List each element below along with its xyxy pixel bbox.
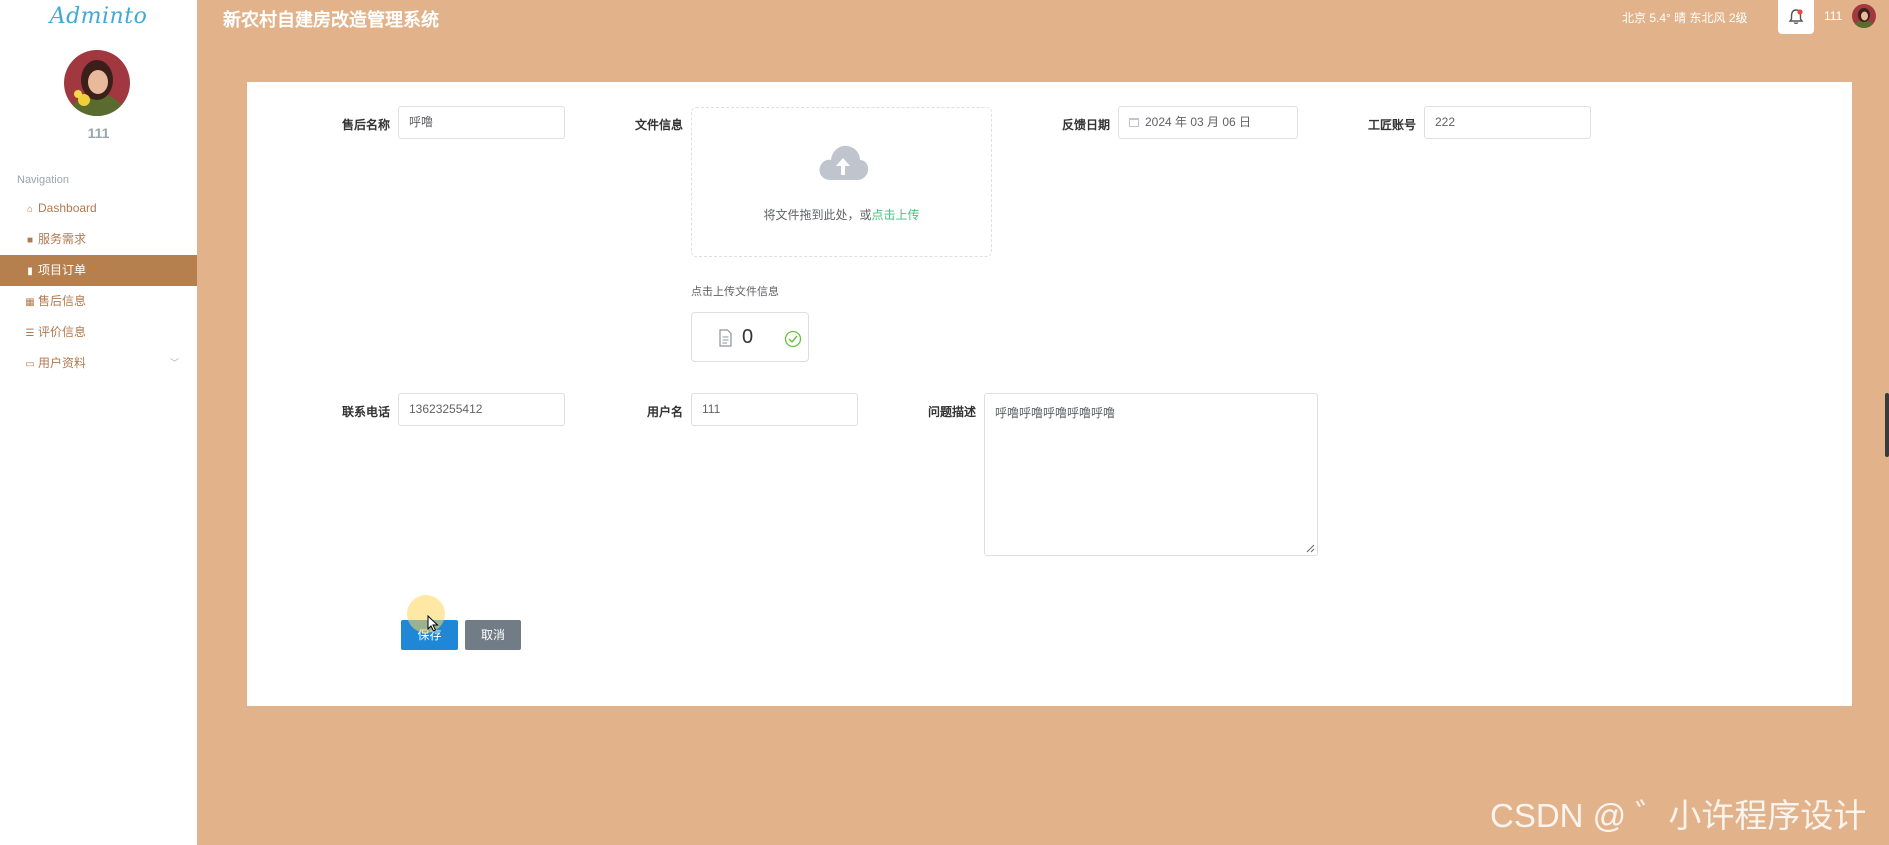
sidebar-item-user-profile[interactable]: ▭ 用户资料 ﹀ <box>0 348 197 379</box>
sidebar-item-dashboard[interactable]: ⌂ Dashboard <box>0 193 197 224</box>
bell-icon <box>1788 9 1804 25</box>
worker-input[interactable]: 222 <box>1424 106 1591 139</box>
date-input[interactable]: 2024 年 03 月 06 日 <box>1118 106 1298 139</box>
upload-tip: 点击上传文件信息 <box>691 286 779 298</box>
cancel-button[interactable]: 取消 <box>465 620 521 650</box>
sidebar: Adminto 111 Navigation ⌂ Dashboard ■ 服务需求 … <box>0 0 197 845</box>
weather-info: 北京 5.4° 晴 东北风 2级 <box>1622 11 1748 25</box>
date-label: 反馈日期 <box>1061 118 1110 132</box>
app-title: 新农村自建房改造管理系统 <box>223 10 439 30</box>
header-avatar[interactable] <box>1852 4 1876 28</box>
check-circle-icon <box>784 330 802 348</box>
desc-textarea[interactable]: 呼噜呼噜呼噜呼噜呼噜 <box>984 393 1318 556</box>
worker-label: 工匠账号 <box>1367 118 1416 132</box>
sidebar-item-service-request[interactable]: ■ 服务需求 <box>0 224 197 255</box>
user-input[interactable]: 111 <box>691 393 858 426</box>
grid-icon: ▦ <box>25 297 35 308</box>
logo-text: Adminto <box>49 4 148 29</box>
name-label: 售后名称 <box>341 118 390 132</box>
sliders-icon: ☰ <box>25 328 35 339</box>
upload-hint: 将文件拖到此处，或 <box>763 208 872 222</box>
clipboard-icon: ▮ <box>27 266 33 277</box>
resize-handle-icon[interactable] <box>1305 543 1315 553</box>
date-value: 2024 年 03 月 06 日 <box>1145 115 1252 129</box>
nav-title: Navigation <box>17 174 69 186</box>
phone-label: 联系电话 <box>341 405 390 419</box>
calendar-icon <box>1129 118 1139 127</box>
desc-label: 问题描述 <box>927 405 976 419</box>
briefcase-icon: ■ <box>26 235 34 246</box>
desc-value: 呼噜呼噜呼噜呼噜呼噜 <box>995 406 1116 420</box>
sidebar-item-label: 服务需求 <box>38 232 87 246</box>
file-label: 文件信息 <box>634 118 683 132</box>
calendar-icon: ▭ <box>25 359 35 370</box>
sidebar-item-project-orders[interactable]: ▮ 项目订单 <box>0 255 197 286</box>
phone-input[interactable]: 13623255412 <box>398 393 565 426</box>
document-icon <box>719 329 732 347</box>
sidebar-nav: ⌂ Dashboard ■ 服务需求 ▮ 项目订单 ▦ 售后信息 ☰ 评价信息 ▭ 用户资料… <box>0 193 197 379</box>
sidebar-item-label: 项目订单 <box>38 263 87 277</box>
sidebar-item-reviews[interactable]: ☰ 评价信息 <box>0 317 197 348</box>
sidebar-item-label: Dashboard <box>38 201 97 215</box>
upload-link[interactable]: 点击上传 <box>872 208 920 222</box>
sidebar-item-label: 用户资料 <box>38 356 87 370</box>
sidebar-username: 111 <box>87 125 110 141</box>
user-label: 用户名 <box>646 405 683 419</box>
file-count: 0 <box>742 326 754 348</box>
scrollbar-thumb[interactable] <box>1885 393 1889 457</box>
sidebar-item-after-sales[interactable]: ▦ 售后信息 <box>0 286 197 317</box>
name-input[interactable]: 呼噜 <box>398 106 565 139</box>
upload-dropzone[interactable]: 将文件拖到此处，或点击上传 <box>691 107 992 257</box>
file-card[interactable]: 0 <box>691 312 809 362</box>
upload-text: 将文件拖到此处，或点击上传 <box>692 206 991 223</box>
logo[interactable]: Adminto <box>0 4 197 29</box>
upload-cloud-icon <box>819 145 869 180</box>
chevron-down-icon: ﹀ <box>169 358 179 368</box>
notification-button[interactable] <box>1778 0 1814 34</box>
mouse-cursor-icon <box>427 615 439 632</box>
cursor-highlight <box>407 595 445 633</box>
sidebar-item-label: 评价信息 <box>38 325 87 339</box>
header-username[interactable]: 111 <box>1824 9 1842 23</box>
home-icon: ⌂ <box>26 204 34 215</box>
form-card: 售后名称 呼噜 文件信息 将文件拖到此处，或点击上传 点击上传文件信息 0 反馈… <box>247 82 1852 706</box>
avatar[interactable] <box>64 50 130 116</box>
sidebar-item-label: 售后信息 <box>38 294 87 308</box>
watermark: CSDN @ ゛小许程序设计 <box>1490 797 1867 834</box>
